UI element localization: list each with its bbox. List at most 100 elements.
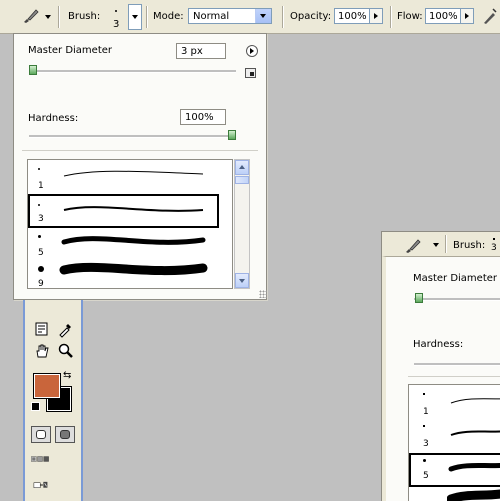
- hand-icon[interactable]: [33, 342, 51, 360]
- options-bar: Brush: 3 Mode: Normal Opacity: 100% Flow…: [0, 0, 500, 34]
- separator: [58, 6, 60, 28]
- master-diameter-value: 3 px: [181, 46, 203, 57]
- airbrush-icon[interactable]: [482, 7, 498, 25]
- flow-input[interactable]: 100%: [425, 8, 461, 24]
- brush-preset-size: 9: [38, 279, 44, 289]
- brush-preset-size: 1: [38, 181, 44, 191]
- paintbrush-icon[interactable]: [22, 8, 40, 24]
- play-arrow-icon: [465, 13, 469, 19]
- chevron-down-icon: [239, 279, 245, 283]
- quickmask-mode-icon[interactable]: [55, 426, 75, 443]
- screen-mode-icon[interactable]: [31, 450, 75, 468]
- master-diameter-slider-thumb[interactable]: [415, 293, 423, 303]
- brush-stroke-preview: [450, 430, 500, 436]
- brush-size-number: 3: [113, 19, 120, 30]
- jump-to-imageready-icon[interactable]: [33, 476, 73, 494]
- opacity-slider-button[interactable]: [369, 8, 383, 24]
- foreground-color-swatch[interactable]: [33, 373, 61, 399]
- brush-preset-item[interactable]: 5: [28, 228, 218, 262]
- tool-preset-chevron-down-icon[interactable]: [45, 15, 51, 19]
- brush-preset-size: 3: [423, 439, 429, 449]
- master-diameter-input[interactable]: 3 px: [176, 43, 226, 59]
- separator: [282, 6, 284, 28]
- brush-preset-item[interactable]: 3: [409, 419, 500, 453]
- opacity-value: 100%: [338, 11, 367, 22]
- flow-slider-button[interactable]: [460, 8, 474, 24]
- brush-preset-item[interactable]: 1: [409, 385, 500, 419]
- brush-preset-size: 3: [38, 214, 44, 224]
- brush-stroke-preview: [63, 206, 204, 212]
- brush-preset-item[interactable]: 1: [28, 160, 218, 194]
- scroll-thumb[interactable]: [235, 176, 249, 184]
- brush-preview[interactable]: 3: [491, 235, 499, 255]
- scroll-down-button[interactable]: [235, 273, 249, 288]
- hardness-value: 100%: [185, 112, 214, 123]
- master-diameter-slider-track[interactable]: [29, 70, 236, 73]
- brush-list-scrollbar[interactable]: [234, 159, 250, 289]
- flow-label: Flow:: [397, 11, 423, 22]
- brush-preview[interactable]: 3: [106, 4, 126, 30]
- mode-select[interactable]: Normal: [188, 8, 272, 24]
- brush-stroke-preview: [448, 462, 500, 472]
- brush-stroke-preview: [447, 489, 500, 501]
- notes-icon[interactable]: [33, 320, 51, 338]
- brush-tip-dot: [423, 459, 426, 462]
- zoom-icon[interactable]: [57, 342, 75, 360]
- brush-stroke-preview: [59, 262, 208, 276]
- mode-value: Normal: [193, 11, 230, 22]
- brush-preset-size: 5: [423, 471, 429, 481]
- brush-preset-item[interactable]: [409, 487, 500, 501]
- mode-label: Mode:: [153, 11, 184, 22]
- brush-preset-list: 1 3 5 9: [27, 159, 233, 289]
- separator: [445, 235, 447, 253]
- master-diameter-slider-thumb[interactable]: [29, 65, 37, 75]
- paintbrush-icon[interactable]: [404, 238, 422, 254]
- master-diameter-label: Master Diameter: [28, 45, 113, 56]
- divider: [408, 376, 500, 377]
- brush-size-number: 3: [491, 243, 497, 253]
- brush-stroke-preview: [61, 236, 206, 245]
- separator: [146, 6, 148, 28]
- hardness-slider-track[interactable]: [29, 135, 236, 138]
- brush-preset-size: 5: [38, 248, 44, 258]
- scroll-up-button[interactable]: [235, 160, 249, 175]
- chevron-down-icon[interactable]: [433, 243, 439, 247]
- standard-mode-icon[interactable]: [31, 426, 51, 443]
- hardness-slider-track: [414, 363, 500, 366]
- brush-tip-dot: [38, 204, 40, 206]
- swap-colors-icon[interactable]: ⇆: [63, 370, 71, 381]
- mode-dropdown-button[interactable]: [255, 9, 271, 23]
- default-colors-icon[interactable]: [31, 402, 40, 411]
- master-diameter-slider-track[interactable]: [414, 298, 500, 301]
- brush-picker-popup: Master Diameter 3 px Hardness: 100% 1 3: [13, 33, 267, 300]
- opacity-label: Opacity:: [290, 11, 332, 22]
- brush-label: Brush:: [68, 11, 101, 22]
- opacity-input[interactable]: 100%: [334, 8, 370, 24]
- second-photoshop-window: Brush: 3 Master Diameter Hardness: 1 3 5: [381, 231, 500, 501]
- brush-tip-dot: [38, 168, 40, 170]
- master-diameter-label: Master Diameter: [413, 273, 498, 284]
- hardness-slider-thumb[interactable]: [228, 130, 236, 140]
- brush-preset-item-selected[interactable]: 3: [28, 194, 219, 228]
- eyedropper-icon[interactable]: [57, 320, 75, 338]
- chevron-up-icon: [239, 165, 245, 169]
- play-arrow-icon: [374, 13, 378, 19]
- brush-stroke-preview: [450, 398, 500, 404]
- divider: [22, 150, 258, 151]
- brush-preset-size: 1: [423, 407, 429, 417]
- flyout-arrow-icon[interactable]: [246, 45, 258, 57]
- hardness-label: Hardness:: [28, 113, 79, 124]
- brush-tip-dot: [423, 393, 425, 395]
- hardness-input[interactable]: 100%: [180, 109, 226, 125]
- brush-stroke-preview: [63, 170, 204, 177]
- brush-tip-dot: [38, 266, 44, 272]
- flow-value: 100%: [429, 11, 458, 22]
- resize-grip-icon[interactable]: [259, 290, 267, 298]
- hardness-label: Hardness:: [413, 339, 464, 350]
- new-preset-icon[interactable]: [245, 68, 256, 78]
- brush-picker-button[interactable]: [128, 4, 142, 30]
- chevron-down-icon: [132, 15, 138, 19]
- brush-preset-item[interactable]: 9: [28, 262, 218, 289]
- brush-tip-dot: [38, 235, 41, 238]
- brush-preset-item-selected[interactable]: 5: [409, 453, 500, 487]
